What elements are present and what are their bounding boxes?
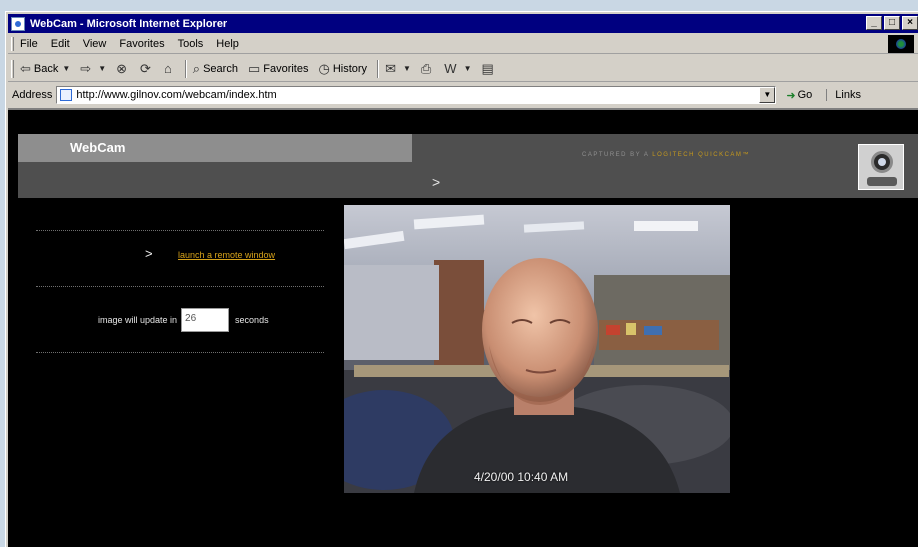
- seconds-field[interactable]: 26: [181, 308, 230, 332]
- back-label: Back: [33, 62, 59, 75]
- toolbar-separator: [184, 59, 187, 78]
- menu-edit[interactable]: Edit: [51, 38, 70, 50]
- refresh-icon: ⟳: [140, 60, 151, 76]
- menu-view[interactable]: View: [83, 38, 107, 50]
- back-dropdown-icon[interactable]: ▼: [62, 64, 70, 73]
- address-label: Address: [12, 89, 53, 101]
- update-text-before: image will update in: [98, 315, 178, 325]
- minimize-button[interactable]: _: [866, 16, 882, 30]
- address-input[interactable]: http://www.gilnov.com/webcam/index.htm ▼: [56, 86, 777, 104]
- page-header-title: WebCam: [18, 134, 412, 162]
- discuss-icon: ▤: [481, 60, 494, 76]
- address-bar: Address http://www.gilnov.com/webcam/ind…: [8, 84, 918, 106]
- webcam-image: 4/20/00 10:40 AM: [344, 205, 730, 493]
- update-countdown: image will update in 26 seconds: [98, 308, 269, 332]
- captured-by-credit: CAPTURED BY A LOGITECH QUICKCAM™: [582, 152, 750, 158]
- webcam-timestamp: 4/20/00 10:40 AM: [474, 470, 569, 484]
- edit-dropdown-icon[interactable]: ▼: [464, 64, 472, 73]
- mail-dropdown-icon[interactable]: ▼: [403, 64, 411, 73]
- quickcam-lens: [878, 158, 886, 166]
- discuss-button[interactable]: ▤: [482, 61, 497, 77]
- mail-button[interactable]: ✉ ▼: [385, 61, 411, 77]
- captured-brand: LOGITECH QUICKCAM: [652, 152, 743, 158]
- title-bar[interactable]: WebCam - Microsoft Internet Explorer _ □…: [8, 14, 918, 33]
- header-bar-lower: [18, 162, 412, 198]
- captured-prefix: CAPTURED BY A: [582, 152, 650, 158]
- captured-tm: ™: [742, 152, 750, 158]
- update-text-after: seconds: [235, 315, 269, 325]
- edit-word-button[interactable]: W ▼: [444, 61, 471, 76]
- stop-icon: ⊗: [116, 60, 128, 76]
- home-button[interactable]: ⌂: [164, 61, 175, 76]
- history-icon: ◷: [318, 60, 330, 76]
- refresh-button[interactable]: ⟳: [140, 61, 154, 77]
- menu-bar: File Edit View Favorites Tools Help: [8, 34, 918, 54]
- back-button[interactable]: ⇦ Back ▼: [20, 61, 70, 77]
- search-icon: ⌕: [192, 60, 201, 76]
- page-content: WebCam CAPTURED BY A LOGITECH QUICKCAM™ …: [8, 108, 918, 547]
- forward-dropdown-icon[interactable]: ▼: [98, 64, 106, 73]
- forward-button[interactable]: ⇨ ▼: [80, 61, 106, 77]
- maximize-button[interactable]: □: [884, 16, 900, 30]
- go-button[interactable]: ➜ Go: [786, 89, 812, 102]
- back-arrow-icon: ⇦: [20, 60, 31, 76]
- toolbar-separator-2: [377, 59, 380, 78]
- dotted-divider-3: [36, 352, 324, 353]
- links-button[interactable]: Links: [826, 89, 861, 101]
- go-label: Go: [797, 89, 813, 101]
- favorites-folder-icon: ▭: [247, 60, 261, 76]
- page-icon: [60, 89, 73, 101]
- header-nav-arrow[interactable]: >: [432, 174, 440, 190]
- stop-button[interactable]: ⊗: [116, 61, 130, 77]
- print-button[interactable]: ⎙: [421, 61, 434, 77]
- go-arrow-icon: ➜: [786, 89, 796, 102]
- close-button[interactable]: ×: [902, 16, 918, 30]
- address-url[interactable]: http://www.gilnov.com/webcam/index.htm: [76, 89, 276, 101]
- window-title: WebCam - Microsoft Internet Explorer: [30, 17, 228, 30]
- menu-tools[interactable]: Tools: [178, 38, 204, 50]
- menu-help[interactable]: Help: [216, 38, 239, 50]
- window-controls: _ □ ×: [866, 16, 918, 30]
- launch-arrow: >: [145, 246, 153, 261]
- header-bar-right: [412, 134, 918, 198]
- quickcam-icon: [858, 144, 904, 190]
- home-icon: ⌂: [163, 61, 172, 76]
- favorites-button[interactable]: ▭ Favorites: [248, 61, 309, 77]
- forward-arrow-icon: ⇨: [80, 60, 92, 76]
- standard-toolbar: ⇦ Back ▼ ⇨ ▼ ⊗ ⟳ ⌂ ⌕ Search ▭ Favorites …: [8, 56, 918, 82]
- favorites-label: Favorites: [263, 62, 309, 75]
- menu-favorites[interactable]: Favorites: [119, 38, 164, 50]
- launch-remote-window-link[interactable]: launch a remote window: [178, 250, 275, 260]
- word-edit-icon: W: [444, 61, 457, 76]
- windows-logo-throbber-icon: [888, 35, 914, 53]
- menu-grip[interactable]: [11, 36, 14, 51]
- dotted-divider: [36, 230, 324, 231]
- menu-file[interactable]: File: [20, 38, 38, 50]
- print-icon: ⎙: [420, 60, 432, 76]
- quickcam-base: [867, 177, 897, 186]
- toolbar-grip[interactable]: [11, 59, 14, 78]
- address-dropdown-icon[interactable]: ▼: [759, 87, 776, 103]
- search-button[interactable]: ⌕ Search: [193, 61, 238, 77]
- dotted-divider-2: [36, 286, 324, 287]
- mail-icon: ✉: [385, 60, 396, 76]
- ie-app-icon: [11, 16, 25, 31]
- browser-window: WebCam - Microsoft Internet Explorer _ □…: [5, 11, 918, 547]
- webcam-photo: [344, 205, 730, 493]
- history-button[interactable]: ◷ History: [318, 61, 367, 77]
- history-label: History: [332, 62, 368, 75]
- search-label: Search: [203, 62, 238, 75]
